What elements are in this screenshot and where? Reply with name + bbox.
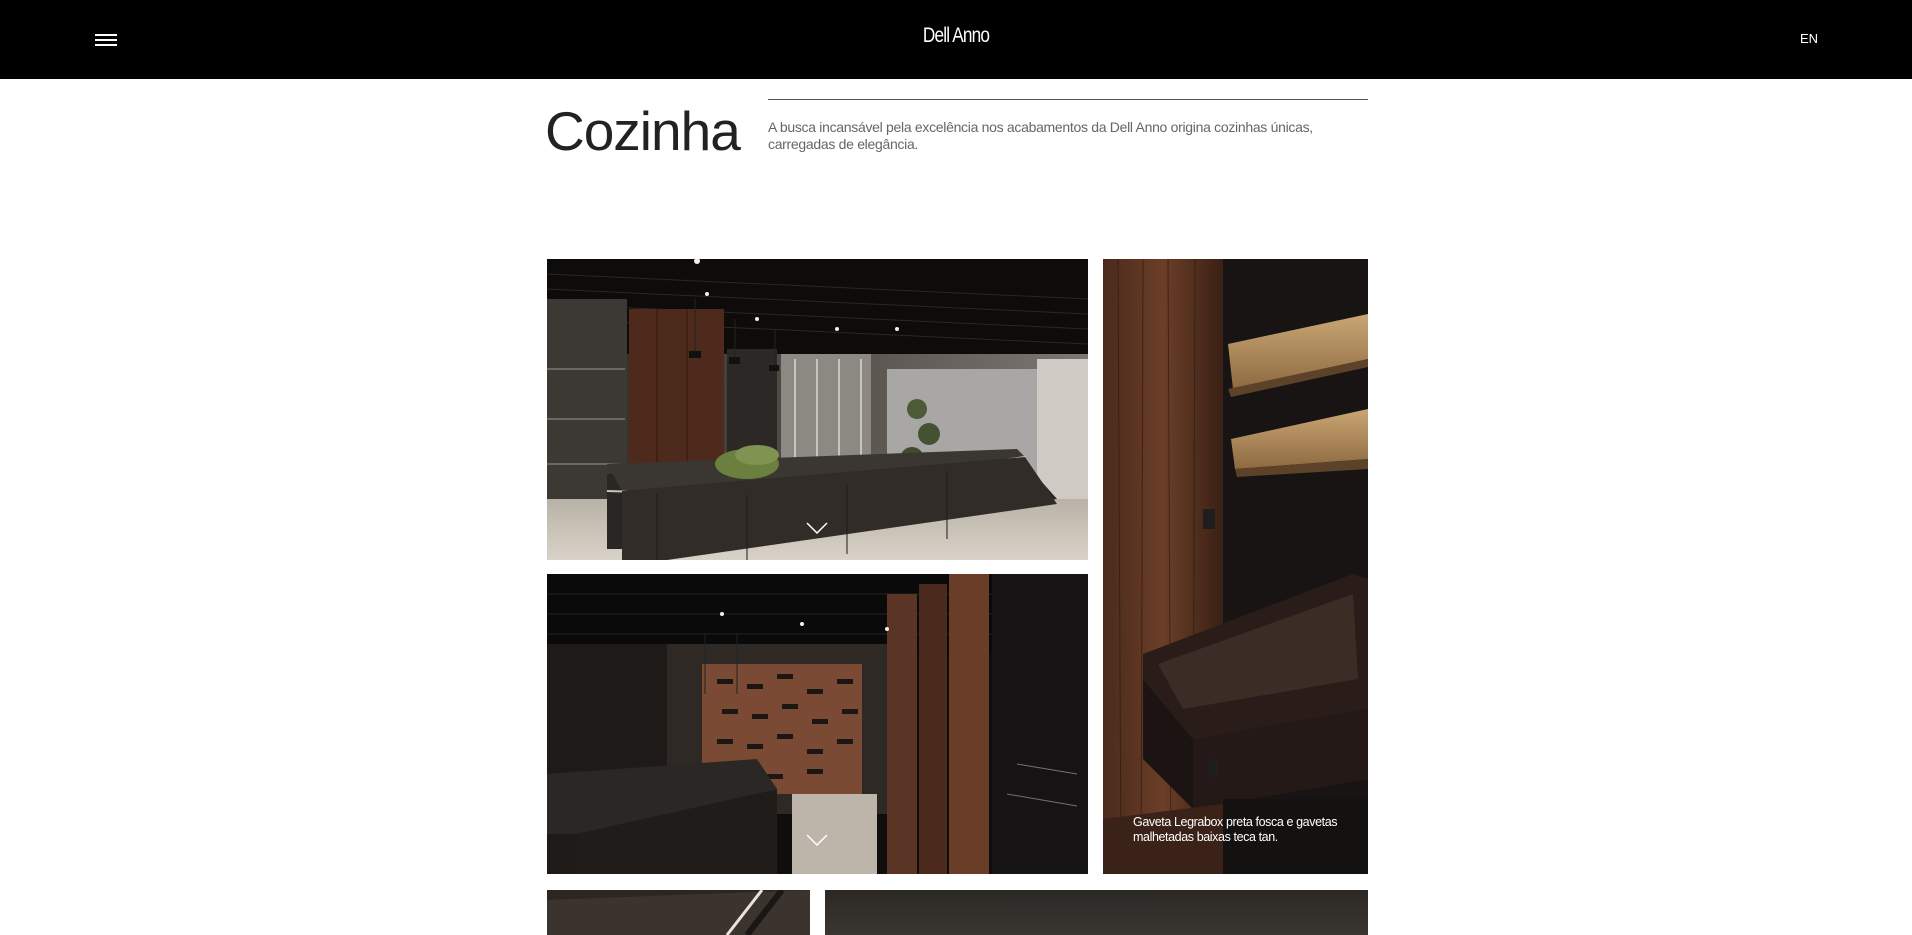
drawer-detail-image xyxy=(1103,259,1368,874)
gallery-photo-drawer-detail[interactable]: Gaveta Legrabox preta fosca e gavetas ma… xyxy=(1103,259,1368,874)
partial-left-image xyxy=(547,890,810,935)
hamburger-menu-icon[interactable] xyxy=(95,32,117,48)
wine-wall-image xyxy=(547,574,1088,874)
site-header: Dell Anno EN xyxy=(0,0,1912,79)
kitchen-island-image xyxy=(547,259,1088,560)
divider xyxy=(768,99,1368,100)
partial-right-image xyxy=(825,890,1368,935)
gallery-photo-partial-right[interactable] xyxy=(825,890,1368,935)
page-description: A busca incansável pela excelência nos a… xyxy=(768,119,1313,152)
page-title: Cozinha xyxy=(545,100,741,162)
gallery-photo-kitchen-island[interactable] xyxy=(547,259,1088,560)
photo-caption: Gaveta Legrabox preta fosca e gavetas ma… xyxy=(1133,815,1338,844)
gallery-photo-wine-wall[interactable] xyxy=(547,574,1088,874)
gallery-photo-partial-left[interactable] xyxy=(547,890,810,935)
chevron-down-icon[interactable] xyxy=(806,522,828,534)
chevron-down-icon[interactable] xyxy=(806,834,828,846)
brand-logo[interactable]: Dell Anno xyxy=(172,24,1740,48)
language-switch[interactable]: EN xyxy=(1800,31,1818,46)
